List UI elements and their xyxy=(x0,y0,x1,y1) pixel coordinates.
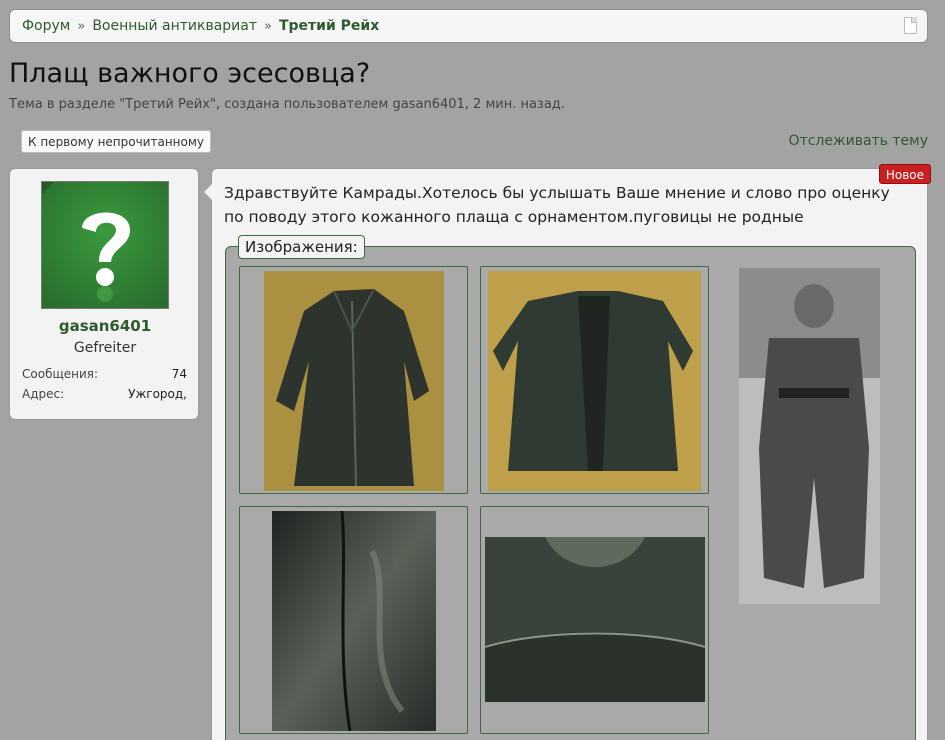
messages-label: Сообщения: xyxy=(22,367,99,381)
attachment-thumbnail-3[interactable] xyxy=(239,506,468,734)
page-icon[interactable] xyxy=(904,17,917,34)
messages-row: Сообщения: 74 xyxy=(22,367,187,381)
address-label: Адрес: xyxy=(22,387,65,401)
messages-value[interactable]: 74 xyxy=(172,367,187,381)
user-rank: Gefreiter xyxy=(73,340,137,356)
post-text: Здравствуйте Камрады.Хотелось бы услышат… xyxy=(224,184,890,226)
question-mark-icon xyxy=(42,182,168,308)
first-unread-button[interactable]: К первому непрочитанному xyxy=(21,130,212,153)
attachment-thumbnail-1[interactable] xyxy=(239,266,468,494)
breadcrumb-separator: » xyxy=(77,18,86,34)
leather-detail-image xyxy=(272,511,436,731)
avatar[interactable] xyxy=(41,181,169,309)
coat-open-image xyxy=(488,271,701,491)
watch-thread-link[interactable]: Отслеживать тему xyxy=(789,133,928,149)
breadcrumb-item-military-antiques[interactable]: Военный антиквариат xyxy=(92,18,257,34)
thread-meta: Тема в разделе "Третий Рейх", создана по… xyxy=(9,97,565,112)
breadcrumb: Форум » Военный антиквариат » Третий Рей… xyxy=(9,9,928,43)
ornament-detail-image xyxy=(485,537,705,702)
breadcrumb-separator: » xyxy=(264,18,272,34)
breadcrumb-item-forum[interactable]: Форум xyxy=(22,18,70,34)
avatar-corner xyxy=(42,182,55,195)
username[interactable]: gasan6401 xyxy=(10,317,200,335)
attachment-thumbnail-2[interactable] xyxy=(480,266,709,494)
attachments-box: Изображения: xyxy=(225,235,916,740)
coat-front-image xyxy=(264,271,444,491)
post-arrow xyxy=(203,183,212,201)
officer-photo-image xyxy=(739,268,880,604)
page-title: Плащ важного эсесовца? xyxy=(9,58,371,89)
attachment-thumbnail-5[interactable] xyxy=(739,268,880,604)
address-value: Ужгород, xyxy=(128,387,187,401)
address-row: Адрес: Ужгород, xyxy=(22,387,187,401)
user-card: gasan6401 Gefreiter Сообщения: 74 Адрес:… xyxy=(9,168,199,420)
breadcrumb-item-third-reich[interactable]: Третий Рейх xyxy=(279,18,379,34)
attachments-label: Изображения: xyxy=(238,235,365,259)
attachment-thumbnail-4[interactable] xyxy=(480,506,709,734)
post: Новое Здравствуйте Камрады.Хотелось бы у… xyxy=(203,164,931,740)
